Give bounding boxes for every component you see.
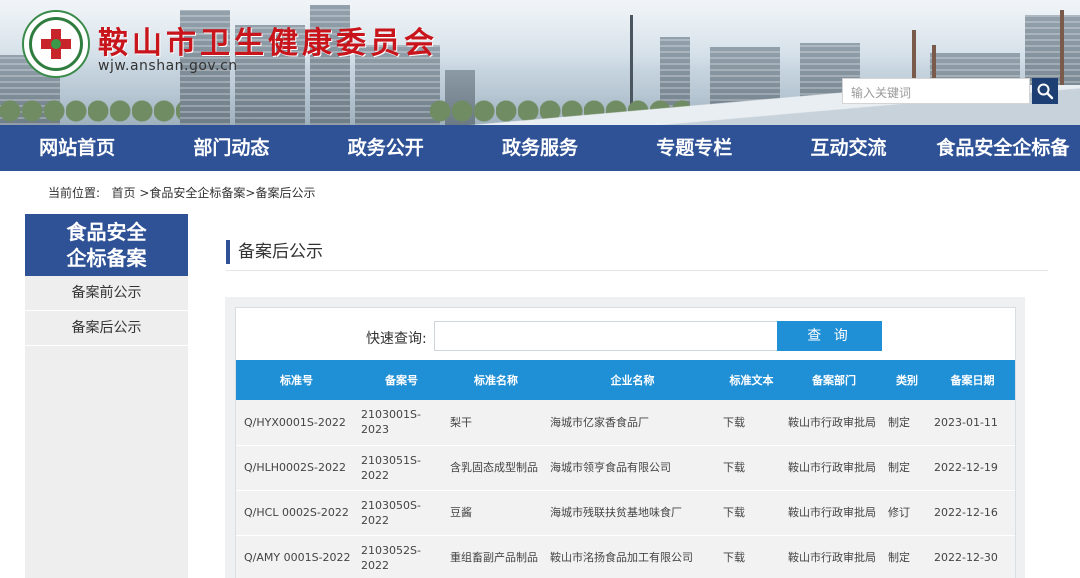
cell-filing-dept: 鞍山市行政审批局	[788, 506, 876, 519]
header-search-button[interactable]	[1032, 78, 1058, 104]
cell-standard-name[interactable]: 重组畜副产品制品	[446, 535, 546, 578]
cell-category: 制定	[888, 415, 910, 429]
breadcrumb-label: 当前位置:	[48, 186, 101, 200]
section-divider	[226, 270, 1048, 271]
cell-filing-dept: 鞍山市行政审批局	[788, 461, 876, 474]
col-header-filing-no[interactable]: 备案号	[357, 360, 446, 400]
cell-filing-no: 2103051S-2022	[361, 453, 421, 482]
nav-item-special-topics[interactable]: 专题专栏	[617, 125, 771, 171]
cell-download-link[interactable]: 下载	[719, 490, 784, 535]
site-title: 鞍山市卫生健康委员会	[98, 26, 438, 61]
search-icon	[1037, 83, 1054, 100]
col-header-standard-text[interactable]: 标准文本	[719, 360, 784, 400]
quick-search-label: 快速查询:	[366, 331, 427, 347]
cell-category: 制定	[888, 461, 910, 474]
cell-standard-no: Q/HLH0002S-2022	[244, 461, 346, 474]
nav-item-food-safety-standards[interactable]: 食品安全企标备	[926, 125, 1080, 171]
cell-filing-dept: 鞍山市行政审批局	[788, 551, 876, 564]
col-header-company-name[interactable]: 企业名称	[546, 360, 719, 400]
cell-standard-name[interactable]: 梨干	[446, 400, 546, 445]
col-header-filing-date[interactable]: 备案日期	[930, 360, 1015, 400]
nav-item-department-news[interactable]: 部门动态	[154, 125, 308, 171]
cell-filing-no: 2103052S-2022	[361, 543, 421, 572]
cell-standard-name[interactable]: 豆酱	[446, 490, 546, 535]
nav-item-government-services[interactable]: 政务服务	[463, 125, 617, 171]
cell-filing-no: 2103050S-2022	[361, 498, 421, 527]
table-row: Q/AMY 0001S-2022 2103052S-2022 重组畜副产品制品 …	[236, 535, 1015, 578]
nav-item-interaction[interactable]: 互动交流	[771, 125, 925, 171]
cell-filing-date: 2023-01-11	[934, 415, 998, 429]
site-logo[interactable]	[22, 10, 90, 78]
cell-standard-no: Q/AMY 0001S-2022	[244, 551, 351, 564]
cell-company-name: 海城市残联扶贫基地味食厂	[550, 506, 682, 519]
nav-item-government-affairs[interactable]: 政务公开	[309, 125, 463, 171]
sidebar-title-line: 食品安全	[66, 220, 147, 244]
quick-search-button[interactable]: 查 询	[777, 321, 882, 351]
cell-company-name: 海城市领亨食品有限公司	[550, 461, 671, 474]
cell-filing-date: 2022-12-16	[934, 506, 998, 519]
quick-search-input[interactable]	[434, 321, 778, 351]
header-search-input[interactable]: 输入关键词	[842, 78, 1030, 104]
sidebar-menu: 备案前公示 备案后公示	[25, 276, 188, 578]
breadcrumb-home-link[interactable]: 首页	[112, 186, 136, 200]
cell-filing-dept: 鞍山市行政审批局	[788, 415, 876, 429]
col-header-standard-no[interactable]: 标准号	[236, 360, 357, 400]
col-header-standard-name[interactable]: 标准名称	[446, 360, 546, 400]
sidebar-title: 食品安全 企标备案	[25, 214, 188, 276]
sidebar-item-post-filing[interactable]: 备案后公示	[25, 311, 188, 346]
cell-download-link[interactable]: 下载	[719, 445, 784, 490]
header-banner: 鞍山市卫生健康委员会 wjw.anshan.gov.cn 输入关键词	[0, 0, 1080, 125]
sidebar-item-pre-filing[interactable]: 备案前公示	[25, 276, 188, 311]
filing-table: 标准号 备案号 标准名称 企业名称 标准文本 备案部门 类别 备案日期 Q/HY…	[236, 360, 1015, 578]
sidebar-title-line: 企标备案	[66, 246, 147, 270]
table-header-row: 标准号 备案号 标准名称 企业名称 标准文本 备案部门 类别 备案日期	[236, 360, 1015, 400]
cell-filing-date: 2022-12-19	[934, 461, 998, 474]
cell-category: 制定	[888, 551, 910, 564]
cell-download-link[interactable]: 下载	[719, 535, 784, 578]
logo-ring	[29, 17, 83, 71]
section-title: 备案后公示	[226, 240, 323, 264]
cell-filing-date: 2022-12-30	[934, 551, 998, 564]
nav-item-home[interactable]: 网站首页	[0, 125, 154, 171]
main-nav: 网站首页 部门动态 政务公开 政务服务 专题专栏 互动交流 食品安全企标备	[0, 125, 1080, 171]
cell-standard-no: Q/HYX0001S-2022	[244, 415, 346, 429]
breadcrumb: 当前位置: 首页 >食品安全企标备案>备案后公示	[48, 184, 315, 201]
table-row: Q/HYX0001S-2022 2103001S-2023 梨干 海城市亿家香食…	[236, 400, 1015, 445]
cell-standard-name[interactable]: 含乳固态成型制品	[446, 445, 546, 490]
breadcrumb-path[interactable]: >食品安全企标备案>备案后公示	[139, 186, 315, 200]
col-header-filing-dept[interactable]: 备案部门	[784, 360, 884, 400]
table-row: Q/HLH0002S-2022 2103051S-2022 含乳固态成型制品 海…	[236, 445, 1015, 490]
cell-standard-no: Q/HCL 0002S-2022	[244, 506, 349, 519]
cell-company-name: 海城市亿家香食品厂	[550, 415, 649, 429]
cell-filing-no: 2103001S-2023	[361, 408, 421, 437]
site-url: wjw.anshan.gov.cn	[98, 58, 238, 74]
logo-dot-icon	[51, 39, 61, 49]
cell-company-name: 鞍山市洺扬食品加工有限公司	[550, 551, 693, 564]
table-row: Q/HCL 0002S-2022 2103050S-2022 豆酱 海城市残联扶…	[236, 490, 1015, 535]
cell-download-link[interactable]: 下载	[719, 400, 784, 445]
cell-category: 修订	[888, 506, 910, 519]
col-header-category[interactable]: 类别	[884, 360, 930, 400]
banner-trees	[0, 97, 180, 125]
